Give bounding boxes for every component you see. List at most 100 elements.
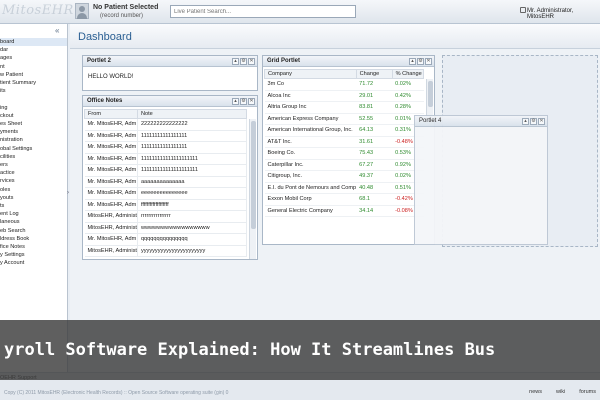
nav-item[interactable]: yments: [0, 128, 18, 136]
stock-grid-table: Company Change % Change 3m Co 71.72 0.02% A…: [264, 69, 425, 217]
nav-item[interactable]: ent Log: [0, 210, 19, 218]
nav-splitter-handle[interactable]: ›: [67, 190, 69, 196]
collapse-nav-icon[interactable]: «: [55, 26, 59, 35]
table-row[interactable]: Exxon Mobil Corp 68.1 -0.42%: [264, 193, 424, 206]
close-icon[interactable]: ✕: [425, 58, 432, 65]
change-cell: 75.43: [356, 147, 393, 160]
portlet-4[interactable]: Portlet 4 ▴ ⚙ ✕: [414, 115, 548, 245]
column-header-change[interactable]: Change: [355, 69, 393, 79]
table-row[interactable]: Mr. MitosEHR, Adm 111111111111111111111: [84, 164, 248, 177]
close-icon[interactable]: ✕: [538, 118, 545, 125]
nav-item[interactable]: y Account: [0, 259, 24, 267]
nav-item[interactable]: cilities: [0, 153, 15, 161]
nav-item[interactable]: ers: [0, 161, 8, 169]
table-row[interactable]: Mr. MitosEHR, Adm 222222222222222: [84, 118, 248, 131]
column-header-pct-change[interactable]: % Change: [391, 69, 425, 79]
scrollbar-thumb[interactable]: [428, 81, 433, 107]
column-header-company[interactable]: Company: [264, 69, 357, 79]
table-row[interactable]: Mr. MitosEHR, Adm 11111111111111111: [84, 130, 248, 142]
table-row[interactable]: MitosEHR, Administ rrrrrrrrrrrrrrrr: [84, 210, 248, 223]
grid-scrollbar[interactable]: [426, 79, 433, 119]
office-notes-scrollbar[interactable]: [249, 119, 256, 259]
change-cell: 83.81: [356, 101, 393, 114]
user-menu[interactable]: Mr. Administrator, MitosEHR: [527, 8, 600, 20]
portlet-header[interactable]: Portlet 2 ▴ ⚙ ✕: [83, 56, 257, 67]
table-row[interactable]: Caterpillar Inc. 67.27 0.92%: [264, 159, 424, 171]
note-from-cell: Mr. MitosEHR, Adm: [84, 176, 138, 188]
gear-icon[interactable]: ⚙: [417, 58, 424, 65]
nav-item[interactable]: youts: [0, 194, 13, 202]
table-row[interactable]: Altria Group Inc 83.81 0.28%: [264, 101, 424, 114]
portlet-header[interactable]: Portlet 4 ▴ ⚙ ✕: [415, 116, 547, 127]
note-text-cell: qqqqqqqqqqqqqqq: [137, 233, 248, 246]
nav-item[interactable]: nt: [0, 63, 5, 71]
table-row[interactable]: MitosEHR, Administ yyyyyyyyyyyyyyyyyyyyyy…: [84, 245, 248, 257]
table-row[interactable]: Mr. MitosEHR, Adm eeeeeeeeeeeeeee: [84, 187, 248, 200]
gear-icon[interactable]: ⚙: [240, 98, 247, 105]
footer-link-forums[interactable]: forums: [579, 389, 596, 395]
nav-item[interactable]: actice: [0, 169, 15, 177]
portlet-title: Office Notes: [87, 98, 123, 104]
collapse-icon[interactable]: ▴: [232, 58, 239, 65]
nav-item[interactable]: its: [0, 87, 6, 95]
table-row[interactable]: Mr. MitosEHR, Adm 111111111111111111111: [84, 153, 248, 165]
nav-item[interactable]: w Patient: [0, 71, 23, 79]
nav-item[interactable]: dar: [0, 46, 8, 54]
table-row[interactable]: American Express Company 52.55 0.01%: [264, 113, 424, 125]
table-row[interactable]: Mr. MitosEHR, Adm fffffffffffffffffff: [84, 199, 248, 211]
top-bar: MitosEHR No Patient Selected (record num…: [0, 0, 600, 24]
close-icon[interactable]: ✕: [248, 98, 255, 105]
column-header-note[interactable]: Note: [136, 109, 248, 119]
table-row[interactable]: Boeing Co. 75.43 0.53%: [264, 147, 424, 160]
note-from-cell: MitosEHR, Administ: [84, 222, 138, 234]
nav-item[interactable]: es Sheet: [0, 120, 22, 128]
table-row[interactable]: Citigroup, Inc. 49.37 0.02%: [264, 170, 424, 183]
gear-icon[interactable]: ⚙: [240, 58, 247, 65]
note-text-cell: eeeeeeeeeeeeeee: [137, 187, 248, 200]
table-row[interactable]: Mr. MitosEHR, Adm aaaaaaaaaaaaaa: [84, 176, 248, 188]
nav-item[interactable]: fice Notes: [0, 243, 25, 251]
collapse-icon[interactable]: ▴: [409, 58, 416, 65]
footer-link-wiki[interactable]: wiki: [556, 389, 565, 395]
nav-item[interactable]: board: [0, 38, 67, 46]
table-row[interactable]: 3m Co 71.72 0.02%: [264, 78, 424, 91]
table-row[interactable]: American International Group, Inc. 64.13 0…: [264, 124, 424, 137]
banner-text: yroll Software Explained: How It Streaml…: [4, 340, 496, 360]
scrollbar-thumb[interactable]: [251, 121, 256, 229]
column-header-from[interactable]: From: [84, 109, 138, 119]
patient-name[interactable]: No Patient Selected: [93, 4, 158, 11]
table-row[interactable]: Mr. MitosEHR, Adm qqqqqqqqqqqqqqq: [84, 233, 248, 246]
table-row[interactable]: Mr. MitosEHR, Adm 11111111111111111: [84, 141, 248, 154]
portlet-header[interactable]: Office Notes ▴ ⚙ ✕: [83, 96, 257, 107]
gear-icon[interactable]: ⚙: [530, 118, 537, 125]
nav-item[interactable]: nistration: [0, 136, 23, 144]
nav-item[interactable]: ages: [0, 54, 12, 62]
nav-item[interactable]: rvices: [0, 177, 15, 185]
nav-item[interactable]: ts: [0, 202, 4, 210]
note-text-cell: fffffffffffffffffff: [137, 199, 248, 211]
nav-item[interactable]: ing: [0, 104, 7, 112]
company-cell: Citigroup, Inc.: [264, 170, 357, 183]
table-row[interactable]: E.I. du Pont de Nemours and Comp 40.48 0.5…: [264, 182, 424, 194]
close-icon[interactable]: ✕: [248, 58, 255, 65]
nav-item[interactable]: eb Search: [0, 227, 26, 235]
table-row[interactable]: General Electric Company 34.14 -0.08%: [264, 205, 424, 217]
footer-link-news[interactable]: news: [529, 389, 542, 395]
nav-item[interactable]: laneous: [0, 218, 20, 226]
portlet-header[interactable]: Grid Portlet ▴ ⚙ ✕: [263, 56, 434, 67]
collapse-icon[interactable]: ▴: [522, 118, 529, 125]
nav-item[interactable]: tient Summary: [0, 79, 36, 87]
table-row[interactable]: MitosEHR, Administ wwwwwwwwwwwwwwwww: [84, 222, 248, 234]
nav-item[interactable]: ldress Book: [0, 235, 29, 243]
patient-search-input[interactable]: [170, 5, 356, 18]
nav-item[interactable]: y Settings: [0, 251, 25, 259]
nav-item[interactable]: ckout: [0, 112, 13, 120]
portlet-title: Portlet 4: [419, 118, 442, 124]
overlay-banner: yroll Software Explained: How It Streaml…: [0, 320, 600, 380]
nav-item[interactable]: obal Settings: [0, 145, 32, 153]
table-row[interactable]: AT&T Inc. 31.61 -0.48%: [264, 136, 424, 148]
collapse-icon[interactable]: ▴: [232, 98, 239, 105]
nav-item[interactable]: oles: [0, 186, 10, 194]
company-cell: American International Group, Inc.: [264, 124, 357, 137]
table-row[interactable]: Alcoa Inc 29.01 0.42%: [264, 90, 424, 102]
